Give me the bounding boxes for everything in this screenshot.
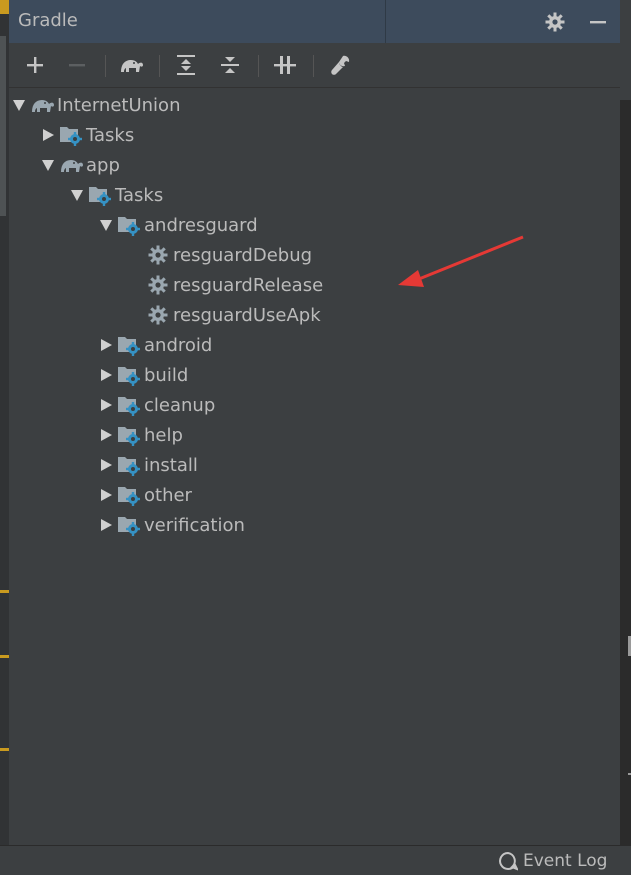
red-arrow-annotation	[398, 235, 524, 287]
